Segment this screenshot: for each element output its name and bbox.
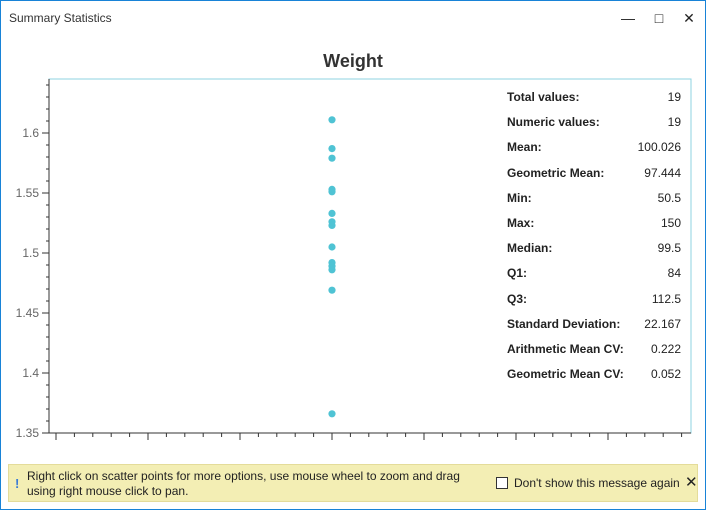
stat-value: 0.222 [650,341,681,356]
stat-row: Geometric Mean: 97.444 [507,166,681,191]
scatter-point [328,286,336,294]
stat-row: Mean: 100.026 [507,140,681,165]
stat-value: 150 [660,215,681,230]
stat-label: Median: [507,241,553,256]
stat-row: Arithmetic Mean CV: 0.222 [507,342,681,367]
stat-value: 97.444 [644,165,681,180]
scatter-point [328,145,336,153]
stat-value: 99.5 [657,241,681,256]
stat-value: 19 [667,90,681,104]
info-icon: ! [15,476,20,491]
stat-label: Q1: [507,266,528,281]
stat-label: Geometric Mean CV: [507,367,624,382]
y-tick-label: 1.55 [16,186,40,200]
scatter-point [328,266,336,274]
stat-row: Q1: 84 [507,266,681,291]
stat-row: Median: 99.5 [507,241,681,266]
y-tick-label: 1.6 [22,126,39,140]
stat-row: Q3: 112.5 [507,292,681,317]
info-message-text: Right click on scatter points for more o… [27,469,460,498]
stat-label: Numeric values: [507,115,600,130]
stat-label: Standard Deviation: [507,316,621,331]
stat-value: 22.167 [644,316,681,331]
stat-value: 84 [667,266,681,281]
stat-row: Total values: 19 [507,90,681,115]
summary-statistics-window: Summary Statistics — □ ✕ Weight 1.35 1.4 1… [0,0,706,510]
close-message-icon[interactable]: ✕ [685,473,698,491]
stat-label: Arithmetic Mean CV: [507,341,624,356]
dont-show-again-checkbox[interactable] [496,477,508,489]
stat-label: Q3: [507,291,528,306]
scatter-point [328,410,336,418]
stat-value: 50.5 [657,190,681,205]
scatter-point [328,154,336,162]
stat-value: 0.052 [650,367,681,382]
stat-label: Max: [507,215,535,230]
y-tick-label: 1.4 [22,366,39,380]
stat-row: Geometric Mean CV: 0.052 [507,367,681,392]
stat-row: Max: 150 [507,216,681,241]
scatter-point [328,116,336,124]
scatter-point [328,221,336,229]
stat-label: Mean: [507,140,542,155]
stat-label: Geometric Mean: [507,165,605,180]
stat-label: Min: [507,190,532,205]
y-tick-label: 1.35 [16,426,40,440]
scatter-point [328,209,336,217]
y-tick-label: 1.45 [16,306,40,320]
stat-value: 112.5 [651,291,681,306]
info-message-bar: ! Right click on scatter points for more… [8,464,698,502]
stat-row: Min: 50.5 [507,191,681,216]
scatter-point [328,188,336,196]
stat-value: 19 [667,115,681,130]
scatter-point [328,243,336,251]
y-tick-label: 1.5 [22,246,39,260]
stat-row: Numeric values: 19 [507,115,681,140]
stat-value: 100.026 [637,140,681,155]
stat-label: Total values: [507,90,580,104]
stat-row: Standard Deviation: 22.167 [507,317,681,342]
dont-show-again-label[interactable]: Don't show this message again [514,476,680,490]
statistics-panel: Total values: 19 Numeric values: 19 Mean: 100… [507,90,681,392]
